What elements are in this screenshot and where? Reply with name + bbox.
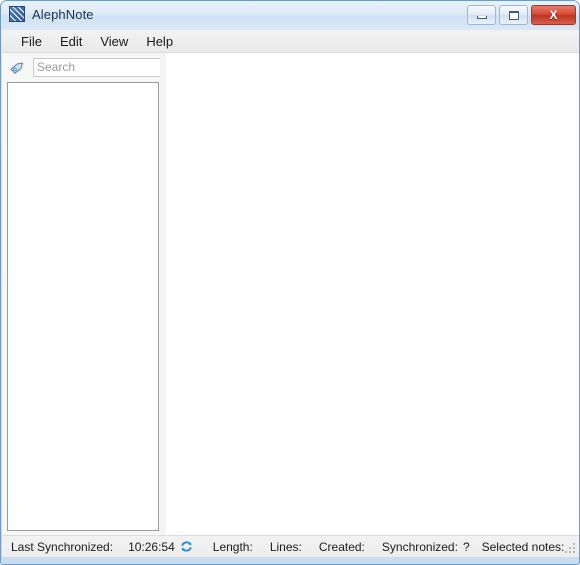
selected-notes-label: Selected notes:	[481, 539, 565, 554]
last-synchronized-value: 10:26:54	[128, 539, 175, 554]
status-bar: Last Synchronized: 10:26:54 Length: Line…	[2, 535, 579, 557]
resize-grip[interactable]	[564, 542, 577, 555]
last-synchronized-label: Last Synchronized:	[11, 539, 114, 554]
window-controls: X	[467, 5, 576, 25]
length-label: Length:	[212, 539, 253, 554]
minimize-icon	[476, 16, 487, 19]
maximize-icon	[508, 10, 519, 20]
menu-item-help[interactable]: Help	[137, 32, 182, 51]
menu-item-file[interactable]: File	[12, 32, 51, 51]
lines-label: Lines:	[269, 539, 302, 554]
status-lines: Lines:	[264, 540, 313, 554]
client-area	[2, 53, 579, 535]
note-editor[interactable]	[166, 53, 579, 535]
menu-item-view[interactable]: View	[91, 32, 137, 51]
notes-list[interactable]	[7, 82, 159, 531]
editor-pane	[166, 53, 579, 535]
search-toolbar	[2, 53, 221, 81]
title-bar-left: AlephNote	[9, 6, 94, 22]
close-button[interactable]: X	[531, 5, 576, 25]
created-label: Created:	[318, 539, 365, 554]
application-window: AlephNote X File Edit View Help Search L…	[0, 0, 580, 565]
synchronized-value: ?	[462, 539, 470, 554]
title-bar: AlephNote X	[1, 1, 579, 30]
synchronized-label: Synchronized:	[381, 539, 458, 554]
window-title: AlephNote	[32, 6, 94, 22]
refresh-icon[interactable]	[180, 540, 193, 553]
status-selected-notes: Selected notes:	[476, 540, 576, 554]
status-synchronized: Synchronized: ?	[376, 540, 476, 554]
app-icon	[9, 6, 25, 22]
status-last-synchronized: Last Synchronized: 10:26:54	[2, 540, 199, 554]
notes-pane	[2, 53, 221, 535]
status-created: Created:	[313, 540, 376, 554]
maximize-button[interactable]	[499, 5, 528, 25]
minimize-button[interactable]	[467, 5, 496, 25]
menu-bar: File Edit View Help	[2, 30, 579, 53]
status-length: Length:	[207, 540, 264, 554]
tag-icon[interactable]	[9, 58, 27, 76]
menu-item-edit[interactable]: Edit	[51, 32, 91, 51]
